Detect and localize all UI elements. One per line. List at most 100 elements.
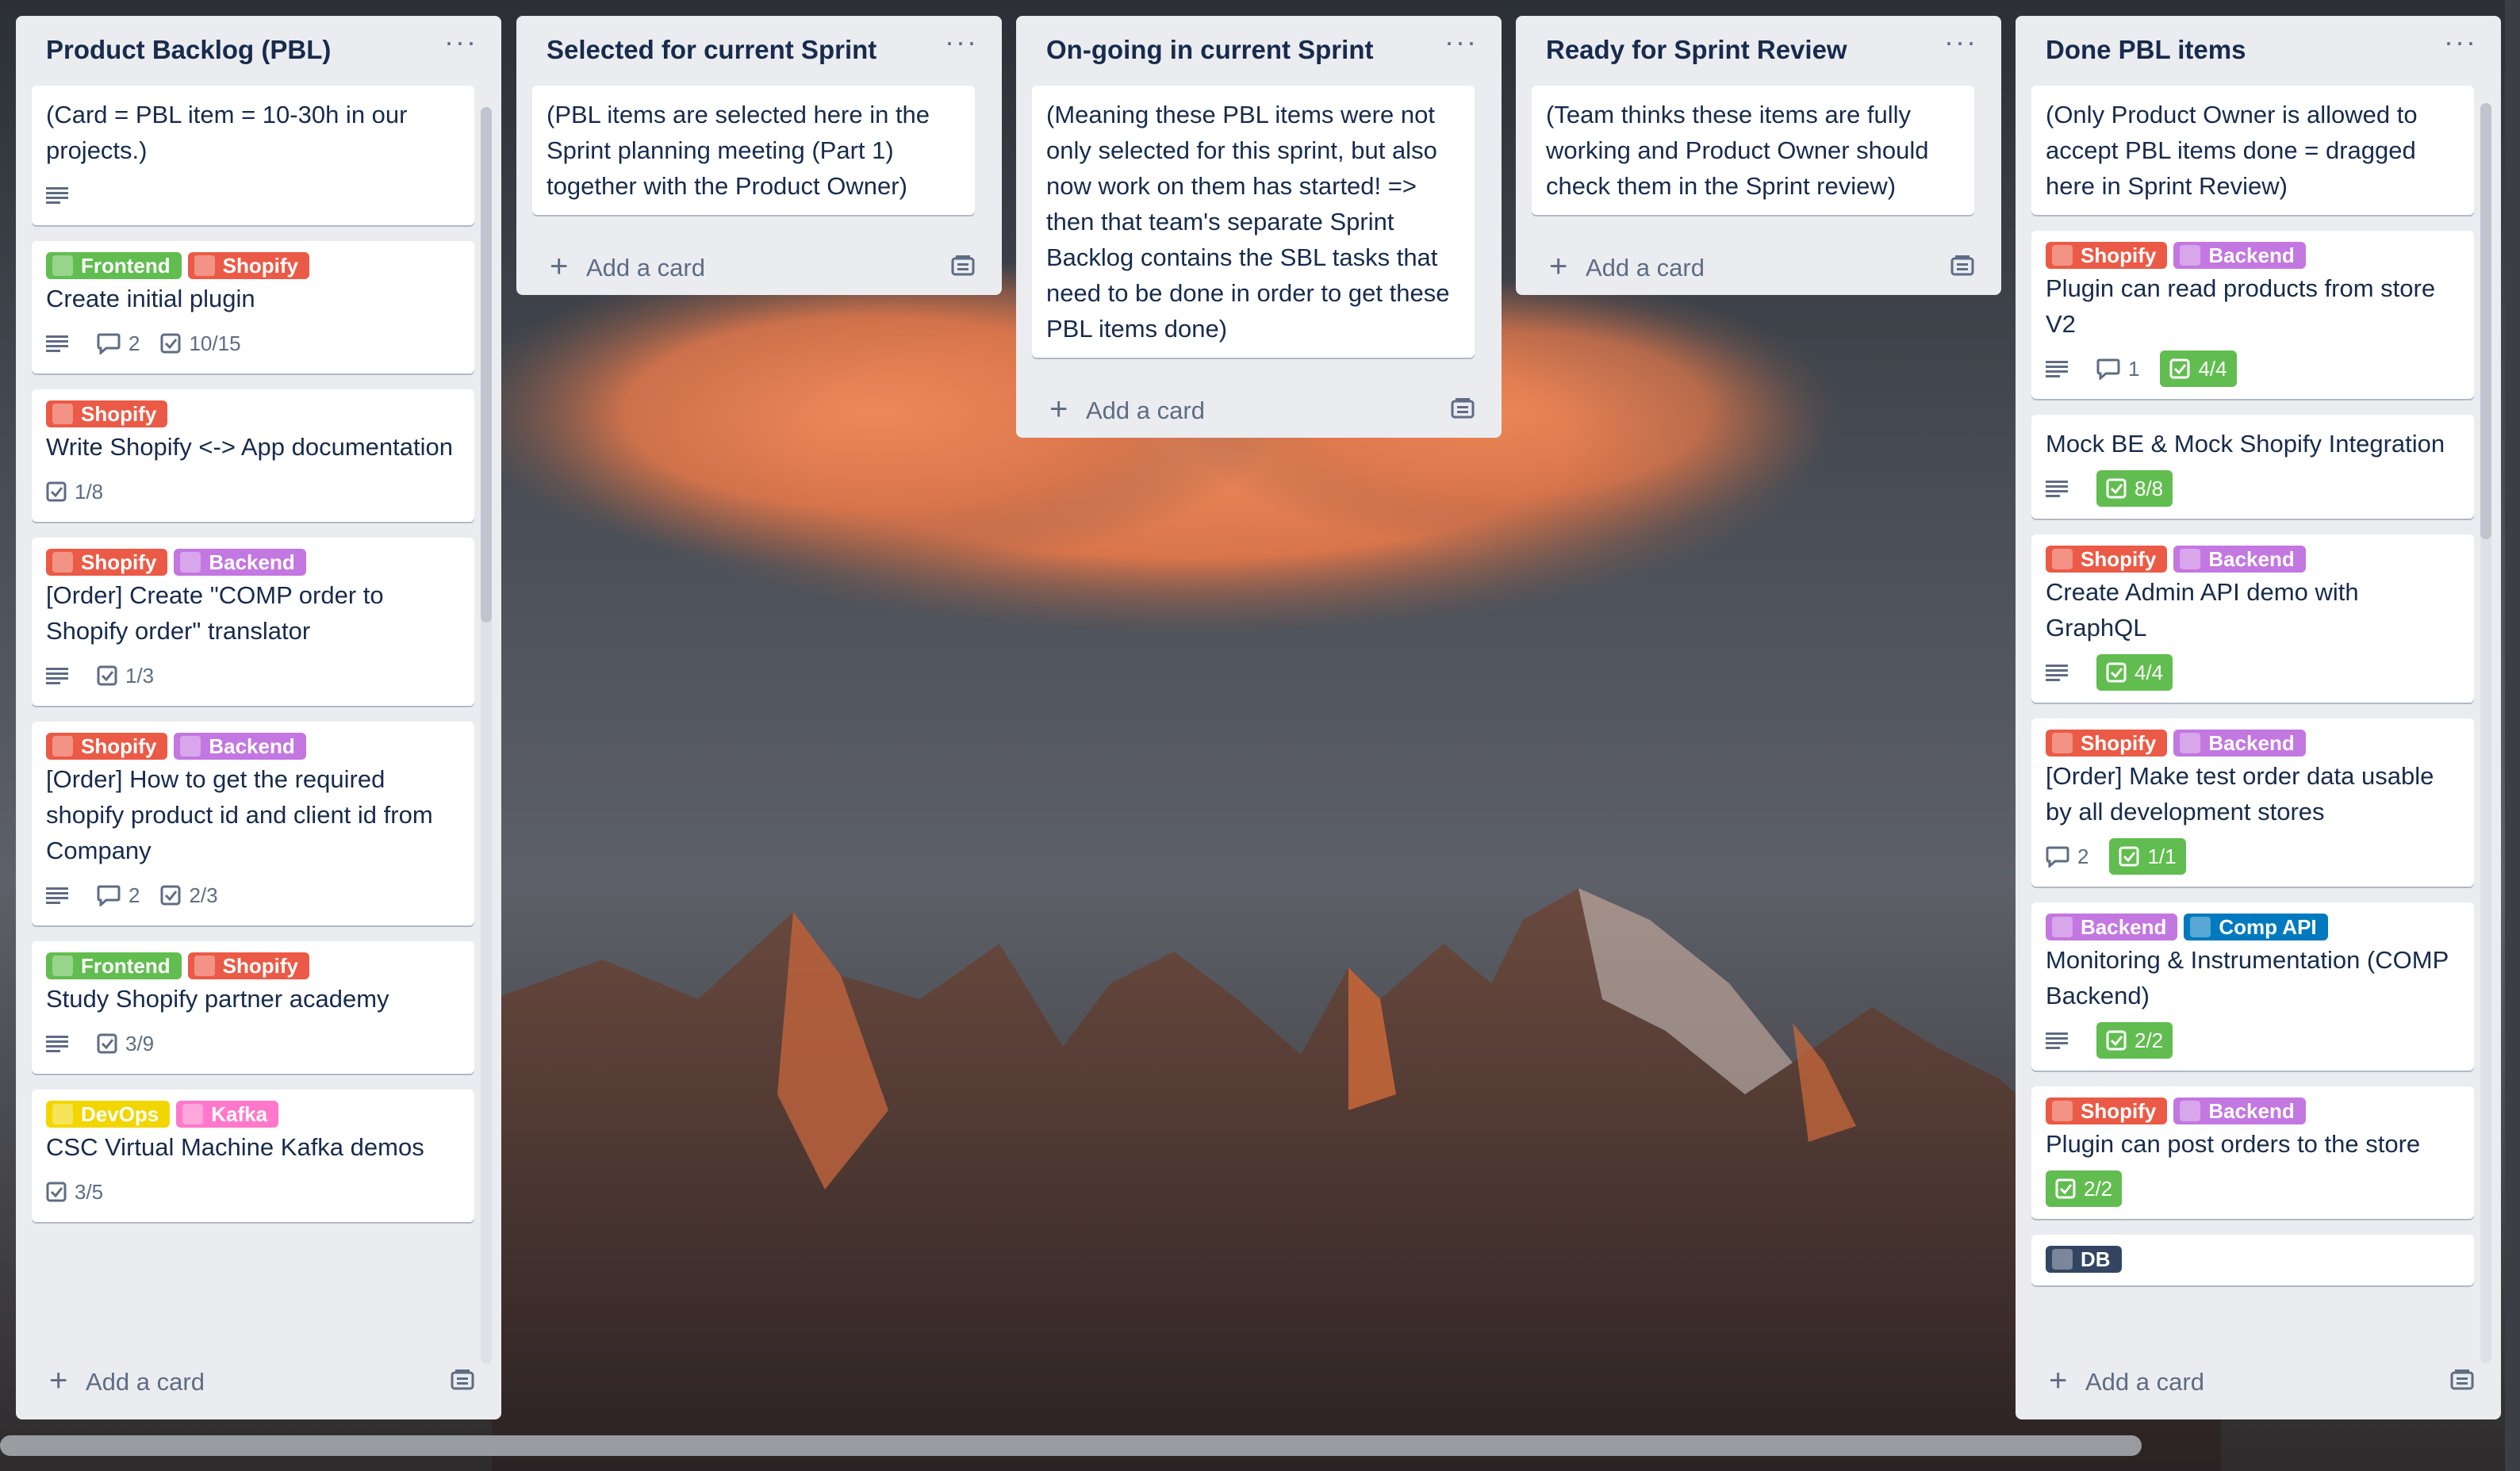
card[interactable]: Mock BE & Mock Shopify Integration 8/8	[2031, 415, 2474, 519]
card-template-icon[interactable]	[2450, 1369, 2474, 1394]
label-text: Frontend	[81, 254, 171, 278]
card-label: Comp API	[2184, 914, 2328, 940]
card[interactable]: Shopify Backend [Order] Create "COMP orde…	[32, 538, 474, 706]
checklist-count: 1/8	[75, 479, 104, 504]
card[interactable]: Frontend Shopify Study Shopify partner ac…	[32, 941, 474, 1074]
list-3[interactable]: Ready for Sprint Review ··· (Team thinks…	[1516, 16, 2001, 295]
card-template-icon[interactable]	[951, 255, 975, 280]
add-card-button[interactable]: + Add a card	[532, 246, 986, 290]
card-label: Shopify	[2046, 546, 2168, 573]
card-title: Mock BE & Mock Shopify Integration	[2046, 430, 2445, 458]
card[interactable]: (Card = PBL item = 10-30h in our project…	[32, 86, 474, 225]
list-2[interactable]: On-going in current Sprint ··· (Meaning …	[1016, 16, 1502, 438]
label-text: Backend	[209, 550, 295, 574]
checklist-count: 8/8	[2135, 476, 2164, 500]
plus-icon: +	[1549, 249, 1568, 284]
label-text: Shopify	[222, 254, 298, 278]
card[interactable]: Shopify Backend [Order] Make test order d…	[2031, 718, 2474, 887]
list-title[interactable]: Product Backlog (PBL)	[46, 35, 331, 65]
checklist-count: 4/4	[2135, 660, 2164, 684]
list-scrollbar[interactable]	[481, 107, 492, 1364]
card-template-icon[interactable]	[451, 1369, 474, 1394]
list-header[interactable]: Done PBL items ···	[2016, 16, 2501, 86]
list-4[interactable]: Done PBL items ··· (Only Product Owner i…	[2016, 16, 2501, 1419]
card[interactable]: Shopify Backend Plugin can post orders to…	[2031, 1086, 2474, 1219]
list-header[interactable]: Ready for Sprint Review ···	[1516, 16, 2001, 86]
card-label: Shopify	[2046, 242, 2168, 269]
card-list: (PBL items are selected here in the Spri…	[532, 86, 975, 244]
card-title: [Order] Create "COMP order to Shopify or…	[46, 581, 384, 645]
card[interactable]: (PBL items are selected here in the Spri…	[532, 86, 975, 215]
comments-count: 1	[2128, 356, 2140, 381]
card[interactable]: Shopify Backend Plugin can read products …	[2031, 231, 2474, 399]
label-text: Backend	[2208, 731, 2295, 755]
label-pattern-icon	[52, 736, 73, 757]
add-card-button[interactable]: + Add a card	[1032, 389, 1486, 433]
page-vertical-scrollbar[interactable]	[2505, 0, 2520, 1471]
card-label: Backend	[174, 549, 306, 576]
add-card-button[interactable]: + Add a card	[2031, 1360, 2485, 1404]
checklist-badge: 2/3	[160, 883, 218, 908]
add-card-label: Add a card	[586, 254, 705, 282]
list-title[interactable]: Ready for Sprint Review	[1546, 35, 1847, 65]
card-labels: Shopify Backend	[46, 733, 460, 760]
list-menu-icon[interactable]: ···	[2444, 28, 2477, 56]
card-label: Frontend	[46, 952, 182, 979]
add-card-label: Add a card	[2085, 1368, 2204, 1396]
checklist-complete-badge: 4/4	[2160, 351, 2237, 387]
card[interactable]: Backend Comp API Monitoring & Instrumenta…	[2031, 902, 2474, 1071]
card-template-icon[interactable]	[1451, 398, 1475, 423]
card[interactable]: (Only Product Owner is allowed to accept…	[2031, 86, 2474, 215]
checklist-complete-badge: 2/2	[2046, 1170, 2123, 1207]
list-0[interactable]: Product Backlog (PBL) ··· (Card = PBL it…	[16, 16, 501, 1419]
comments-badge: 2	[2046, 845, 2088, 869]
checklist-complete-badge: 1/1	[2109, 838, 2186, 875]
description-icon	[2046, 360, 2076, 377]
card-list: (Meaning these PBL items were not only s…	[1032, 86, 1475, 387]
list-menu-icon[interactable]: ···	[945, 28, 978, 56]
card-template-icon[interactable]	[1950, 255, 1974, 280]
list-header[interactable]: Selected for current Sprint ···	[516, 16, 1002, 86]
list-scrollbar[interactable]	[2480, 103, 2491, 1364]
list-menu-icon[interactable]: ···	[444, 28, 478, 56]
card-label: Shopify	[46, 400, 168, 427]
list-title[interactable]: Done PBL items	[2046, 35, 2246, 65]
checklist-badge: 3/5	[46, 1180, 103, 1205]
card[interactable]: (Meaning these PBL items were not only s…	[1032, 86, 1475, 358]
card-labels: Shopify Backend	[2046, 730, 2460, 757]
checklist-count: 10/15	[189, 331, 241, 355]
card[interactable]: DevOps Kafka CSC Virtual Machine Kafka de…	[32, 1090, 474, 1222]
horizontal-scrollbar[interactable]	[0, 1435, 2142, 1456]
add-card-button[interactable]: + Add a card	[1532, 246, 1985, 290]
card-title: Plugin can read products from store V2	[2046, 274, 2436, 338]
card-title: (Team thinks these items are fully worki…	[1546, 101, 1929, 200]
card[interactable]: (Team thinks these items are fully worki…	[1532, 86, 1974, 215]
comments-count: 2	[128, 883, 140, 907]
label-pattern-icon	[52, 255, 73, 276]
card[interactable]: Shopify Backend Create Admin API demo wit…	[2031, 534, 2474, 703]
card[interactable]: Frontend Shopify Create initial plugin 2 10…	[32, 241, 474, 373]
card-label: Backend	[2173, 730, 2306, 757]
add-card-button[interactable]: + Add a card	[32, 1360, 485, 1404]
card-badges: 1/8	[46, 473, 460, 511]
card[interactable]: DB	[2031, 1235, 2474, 1285]
label-pattern-icon	[2180, 549, 2201, 569]
list-title[interactable]: Selected for current Sprint	[547, 35, 876, 65]
label-pattern-icon	[2052, 917, 2073, 937]
description-icon	[46, 186, 76, 204]
card[interactable]: Shopify Backend [Order] How to get the re…	[32, 722, 474, 925]
description-icon	[2046, 1032, 2076, 1049]
list-menu-icon[interactable]: ···	[1444, 28, 1478, 56]
list-1[interactable]: Selected for current Sprint ··· (PBL ite…	[516, 16, 1002, 295]
card[interactable]: Shopify Write Shopify <-> App documentati…	[32, 389, 474, 522]
list-scroll-thumb[interactable]	[481, 107, 492, 622]
add-card-label: Add a card	[1086, 396, 1205, 424]
list-header[interactable]: Product Backlog (PBL) ···	[16, 16, 501, 86]
card-title: [Order] Make test order data usable by a…	[2046, 762, 2434, 826]
list-title[interactable]: On-going in current Sprint	[1046, 35, 1373, 65]
list-menu-icon[interactable]: ···	[1944, 28, 1977, 56]
add-card-label: Add a card	[1586, 254, 1705, 282]
list-scroll-thumb[interactable]	[2480, 103, 2491, 539]
card-title: (Card = PBL item = 10-30h in our project…	[46, 101, 408, 164]
list-header[interactable]: On-going in current Sprint ···	[1016, 16, 1502, 86]
